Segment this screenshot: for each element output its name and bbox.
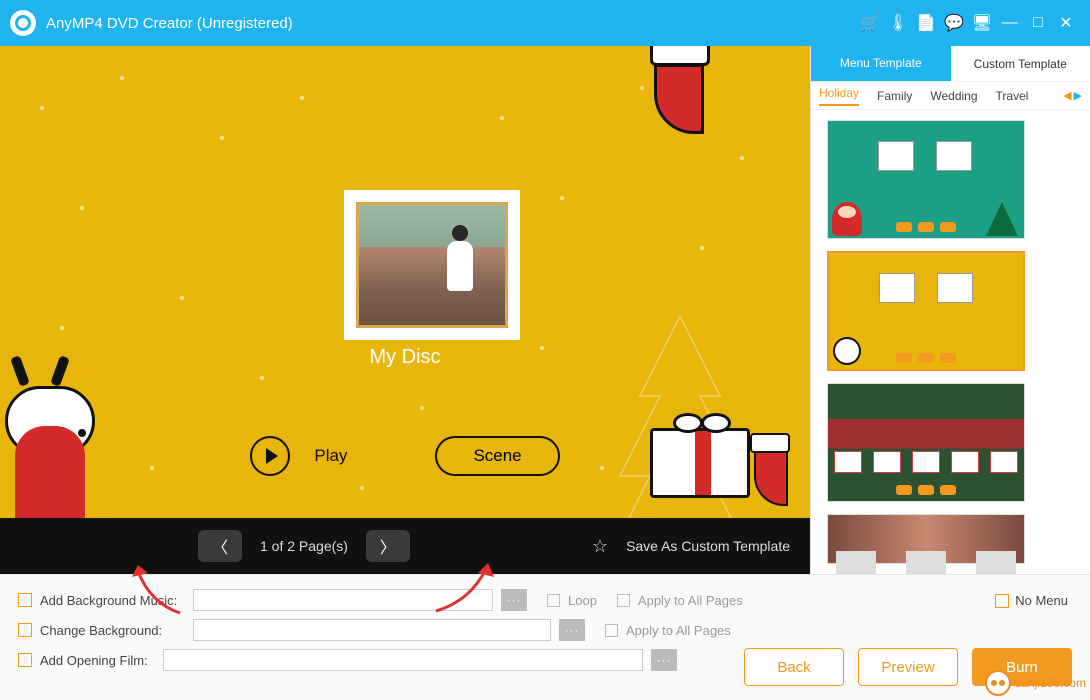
opening-film-field[interactable] [163, 649, 643, 671]
category-travel[interactable]: Travel [996, 89, 1029, 103]
bg-music-apply-checkbox[interactable] [617, 594, 630, 607]
change-bg-label: Change Background: [40, 623, 185, 638]
template-thumbnails [811, 110, 1090, 574]
tab-custom-template[interactable]: Custom Template [951, 46, 1090, 81]
no-menu-checkbox[interactable] [995, 594, 1009, 608]
prev-page-button[interactable]: 〈 [198, 530, 242, 562]
star-icon[interactable]: ☆ [592, 536, 608, 557]
maximize-icon[interactable]: □ [1024, 9, 1052, 37]
app-logo [10, 10, 36, 36]
preview-column: My Disc Play Scene 〈 1 of 2 Page(s) 〉 ☆ … [0, 46, 810, 574]
back-button[interactable]: Back [744, 648, 844, 686]
play-button[interactable]: Play [314, 446, 347, 466]
bg-music-checkbox[interactable] [18, 593, 32, 607]
template-thumb-1[interactable] [827, 120, 1025, 239]
display-icon[interactable]: 🖥 [968, 9, 996, 37]
app-title: AnyMP4 DVD Creator (Unregistered) [46, 15, 293, 32]
change-bg-apply-checkbox[interactable] [605, 624, 618, 637]
template-thumb-4[interactable] [827, 514, 1025, 564]
pager-bar: 〈 1 of 2 Page(s) 〉 ☆ Save As Custom Temp… [0, 518, 810, 574]
play-icon-button[interactable] [250, 436, 290, 476]
page-indicator: 1 of 2 Page(s) [260, 538, 348, 554]
menu-preview: My Disc Play Scene [0, 46, 810, 518]
bg-music-apply-label: Apply to All Pages [638, 593, 743, 608]
save-as-template-button[interactable]: Save As Custom Template [626, 538, 790, 554]
loop-label: Loop [568, 593, 597, 608]
thermometer-icon[interactable]: 🌡 [884, 9, 912, 37]
minimize-icon[interactable]: — [996, 9, 1024, 37]
bottom-options: Add Background Music: ··· Loop Apply to … [0, 574, 1090, 700]
category-holiday[interactable]: Holiday [819, 86, 859, 106]
template-thumb-3[interactable] [827, 383, 1025, 502]
preview-button[interactable]: Preview [858, 648, 958, 686]
no-menu-label: No Menu [1015, 593, 1068, 608]
tab-menu-template[interactable]: Menu Template [811, 46, 951, 81]
opening-film-checkbox[interactable] [18, 653, 32, 667]
template-category-bar: Holiday Family Wedding Travel ◀▶ [811, 82, 1090, 110]
video-thumbnail-frame[interactable] [344, 190, 520, 340]
bg-music-field[interactable] [193, 589, 493, 611]
stocking-decoration [640, 46, 720, 146]
scene-button[interactable]: Scene [435, 436, 559, 476]
close-icon[interactable]: ✕ [1052, 9, 1080, 37]
category-family[interactable]: Family [877, 89, 912, 103]
cart-icon[interactable]: 🛒 [856, 9, 884, 37]
change-bg-apply-label: Apply to All Pages [626, 623, 731, 638]
burn-button[interactable]: Burn [972, 648, 1072, 686]
category-wedding[interactable]: Wedding [930, 89, 977, 103]
chat-icon[interactable]: 💬 [940, 9, 968, 37]
main-area: My Disc Play Scene 〈 1 of 2 Page(s) 〉 ☆ … [0, 46, 1090, 574]
change-bg-checkbox[interactable] [18, 623, 32, 637]
page-icon[interactable]: 📄 [912, 9, 940, 37]
bg-music-browse-button[interactable]: ··· [501, 589, 527, 611]
template-panel: Menu Template Custom Template Holiday Fa… [810, 46, 1090, 574]
opening-film-label: Add Opening Film: [40, 653, 155, 668]
loop-checkbox[interactable] [547, 594, 560, 607]
bg-music-label: Add Background Music: [40, 593, 185, 608]
category-scroll-right[interactable]: ▶ [1074, 89, 1082, 102]
template-thumb-2[interactable] [827, 251, 1025, 370]
category-scroll-left[interactable]: ◀ [1063, 89, 1071, 102]
disc-title[interactable]: My Disc [0, 346, 810, 369]
next-page-button[interactable]: 〉 [366, 530, 410, 562]
opening-film-browse-button[interactable]: ··· [651, 649, 677, 671]
template-type-tabs: Menu Template Custom Template [811, 46, 1090, 82]
change-bg-browse-button[interactable]: ··· [559, 619, 585, 641]
change-bg-field[interactable] [193, 619, 551, 641]
video-thumbnail [356, 202, 508, 328]
title-bar: AnyMP4 DVD Creator (Unregistered) 🛒 🌡 📄 … [0, 0, 1090, 46]
